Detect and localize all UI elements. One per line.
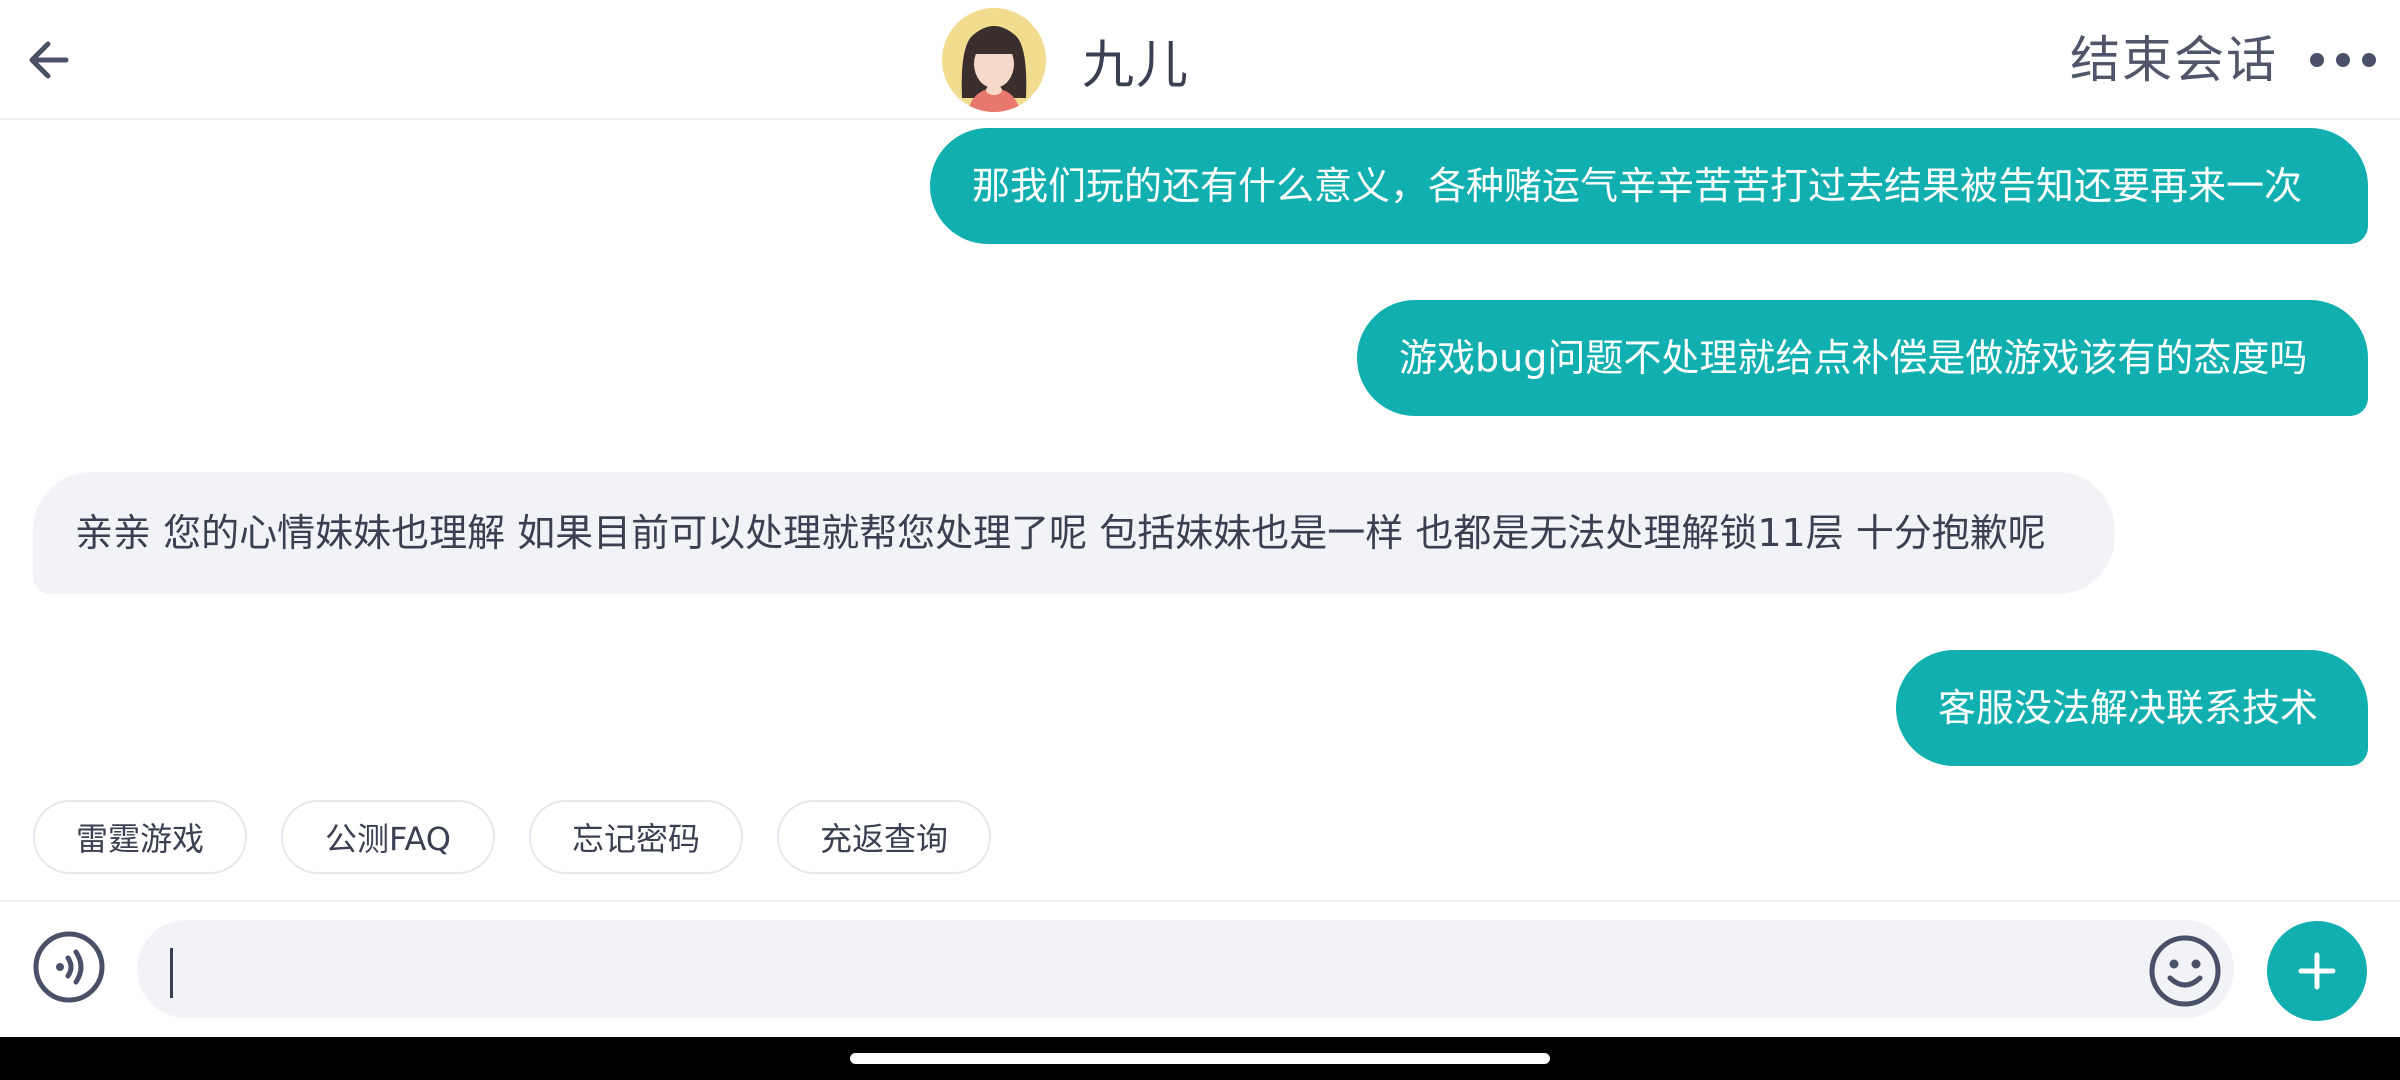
quick-reply-chip[interactable]: 雷霆游戏 [33,800,247,874]
agent-avatar [942,8,1046,112]
message-input[interactable] [137,920,2234,1018]
more-dot-icon [2336,53,2350,67]
quick-replies: 雷霆游戏 公测FAQ 忘记密码 充返查询 [33,800,1025,874]
voice-input-button[interactable] [32,930,106,1004]
message-text: 亲亲 您的心情妹妹也理解 如果目前可以处理就帮您处理了呢 包括妹妹也是一样 也都… [75,511,2046,555]
back-button[interactable] [20,30,76,90]
quick-reply-chip[interactable]: 忘记密码 [529,800,743,874]
agent-info: 九儿 [942,8,1190,112]
more-dot-icon [2310,53,2324,67]
text-caret [170,948,173,998]
agent-message: 亲亲 您的心情妹妹也理解 如果目前可以处理就帮您处理了呢 包括妹妹也是一样 也都… [33,472,2115,594]
composer-bar [0,900,2400,1037]
plus-button[interactable] [2267,921,2367,1021]
user-message: 游戏bug问题不处理就给点补偿是做游戏该有的态度吗 [1357,300,2368,416]
arrow-left-icon [29,41,69,79]
more-dot-icon [2362,53,2376,67]
girl-avatar-icon [942,8,1046,112]
emoji-button[interactable] [2148,934,2222,1008]
chat-screen: 九儿 结束会话 那我们玩的还有什么意义，各种赌运气辛辛苦苦打过去结果被告知还要再… [0,0,2400,1080]
voice-input-icon [33,931,105,1003]
agent-name: 九儿 [1082,35,1191,96]
end-session-button[interactable]: 结束会话 [2070,28,2278,92]
home-indicator[interactable] [850,1053,1550,1064]
quick-reply-chip[interactable]: 充返查询 [777,800,991,874]
chat-header: 九儿 结束会话 [0,0,2400,120]
message-text: 游戏bug问题不处理就给点补偿是做游戏该有的态度吗 [1399,336,2308,380]
message-text: 那我们玩的还有什么意义，各种赌运气辛辛苦苦打过去结果被告知还要再来一次 [972,164,2303,208]
user-message: 那我们玩的还有什么意义，各种赌运气辛辛苦苦打过去结果被告知还要再来一次 [930,128,2368,244]
user-message: 客服没法解决联系技术 [1896,650,2368,766]
message-text: 客服没法解决联系技术 [1938,686,2319,730]
system-nav-bar [0,1037,2400,1080]
quick-reply-chip[interactable]: 公测FAQ [281,800,495,874]
plus-icon [2298,952,2336,990]
more-button[interactable] [2310,36,2376,84]
smiley-icon [2149,935,2221,1007]
